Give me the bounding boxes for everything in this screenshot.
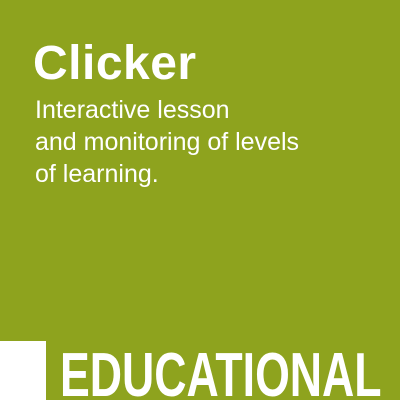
title-panel: Clicker Interactive lesson and monitorin…	[0, 0, 400, 341]
app-description: Interactive lesson and monitoring of lev…	[35, 94, 375, 190]
description-line: of learning.	[35, 160, 159, 188]
left-strip	[0, 341, 46, 400]
app-tile[interactable]: Clicker Interactive lesson and monitorin…	[0, 0, 400, 400]
app-title: Clicker	[33, 37, 197, 90]
category-label: EDUCATIONAL	[60, 341, 382, 400]
description-line: and monitoring of levels	[35, 128, 300, 156]
description-line: Interactive lesson	[35, 96, 230, 124]
category-band: EDUCATIONAL	[46, 341, 400, 400]
